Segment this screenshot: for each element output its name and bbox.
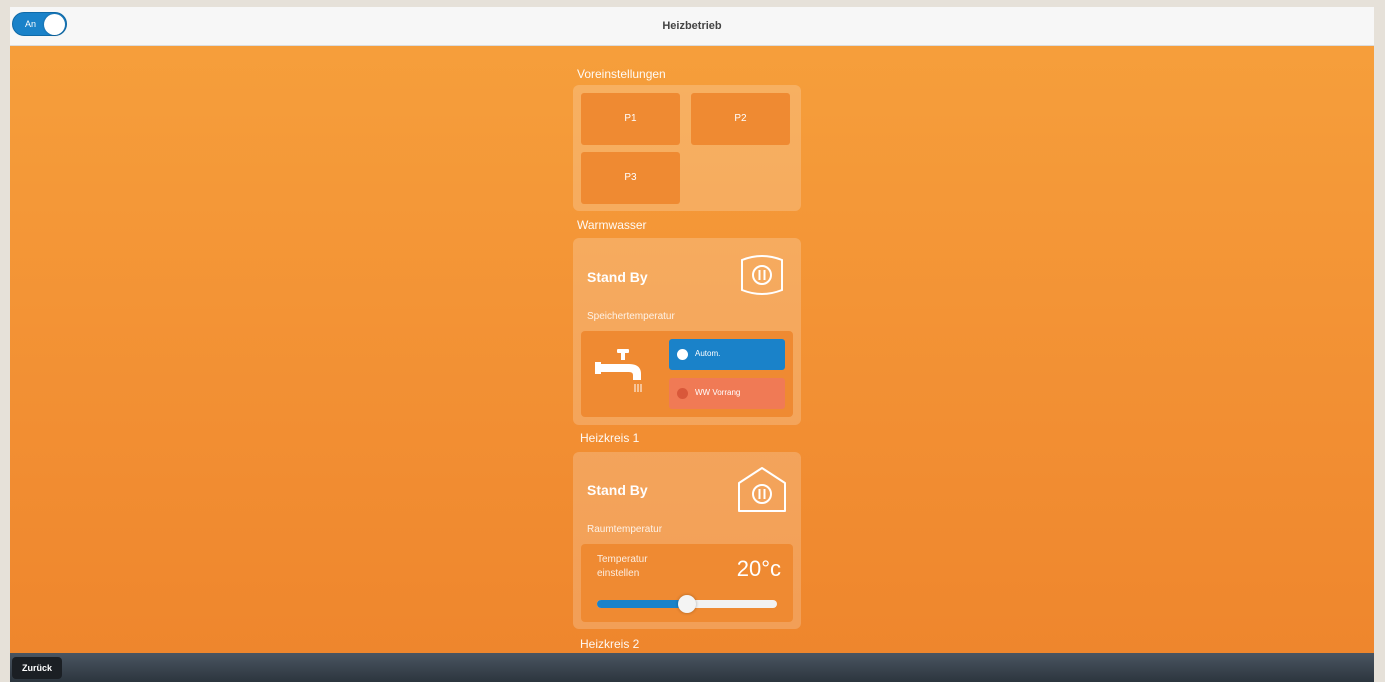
temperature-value: 20°c bbox=[736, 556, 781, 581]
slider-fill bbox=[597, 600, 687, 608]
back-button[interactable]: Zurück bbox=[12, 657, 62, 679]
warmwasser-heading: Warmwasser bbox=[577, 218, 647, 232]
power-toggle[interactable]: An bbox=[12, 12, 67, 36]
setting-label-line2: einstellen bbox=[597, 568, 640, 579]
app-frame: Heizbetrieb An Voreinstellungen P1 P2 P3… bbox=[10, 7, 1374, 682]
presets-panel: P1 P2 P3 bbox=[573, 85, 801, 211]
slider-thumb[interactable] bbox=[678, 595, 696, 613]
preset-button-p2[interactable]: P2 bbox=[691, 93, 790, 145]
mode-autom-label: Autom. bbox=[695, 349, 721, 358]
page-title: Heizbetrieb bbox=[662, 20, 722, 32]
temperature-slider[interactable] bbox=[597, 595, 777, 613]
standby-pause-icon bbox=[739, 252, 785, 303]
warmwasser-panel: Stand By Speichertemperatur Autom. WW Vo… bbox=[573, 238, 801, 425]
heizkreis1-sublabel: Raumtemperatur bbox=[587, 524, 663, 535]
heizkreis1-panel: Stand By Raumtemperatur Temperatur einst… bbox=[573, 452, 801, 629]
mode-ww-vorrang-button[interactable]: WW Vorrang bbox=[669, 378, 785, 409]
warmwasser-sublabel: Speichertemperatur bbox=[587, 311, 675, 322]
temperature-control: Temperatur einstellen 20°c bbox=[581, 544, 793, 622]
radio-dot-icon bbox=[677, 349, 688, 360]
top-bar: Heizbetrieb An bbox=[10, 7, 1374, 46]
setting-label-line1: Temperatur bbox=[597, 554, 648, 565]
faucet-icon bbox=[593, 347, 653, 400]
presets-heading: Voreinstellungen bbox=[577, 67, 666, 81]
bottom-bar: Zurück bbox=[10, 653, 1374, 682]
warmwasser-control: Autom. WW Vorrang bbox=[581, 331, 793, 417]
toggle-knob bbox=[44, 14, 65, 35]
heizkreis1-heading: Heizkreis 1 bbox=[580, 431, 640, 445]
mode-autom-button[interactable]: Autom. bbox=[669, 339, 785, 370]
heizkreis1-status: Stand By bbox=[587, 482, 648, 498]
radio-dot-icon bbox=[677, 388, 688, 399]
mode-ww-vorrang-label: WW Vorrang bbox=[695, 388, 741, 397]
warmwasser-status: Stand By bbox=[587, 269, 648, 285]
preset-button-p3[interactable]: P3 bbox=[581, 152, 680, 204]
house-pause-icon bbox=[736, 465, 788, 518]
preset-button-p1[interactable]: P1 bbox=[581, 93, 680, 145]
heizkreis2-heading: Heizkreis 2 bbox=[580, 637, 640, 651]
toggle-label: An bbox=[25, 19, 37, 29]
